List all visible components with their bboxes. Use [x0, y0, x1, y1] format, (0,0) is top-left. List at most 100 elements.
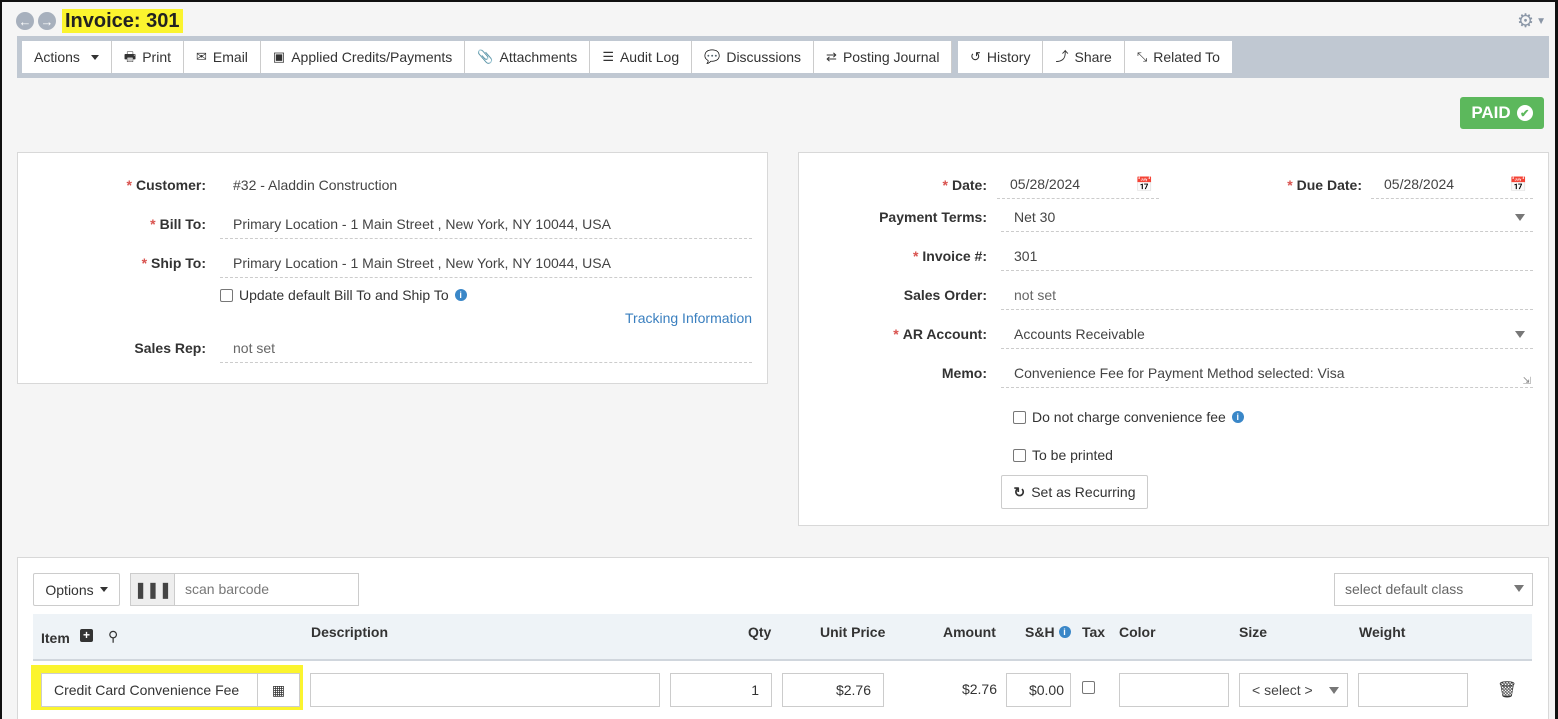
check-circle-icon: ✔ — [1516, 105, 1533, 121]
unit-price-input[interactable]: $2.76 — [782, 673, 884, 707]
set-as-recurring-button[interactable]: ↻ Set as Recurring — [1001, 475, 1148, 509]
default-class-select[interactable]: select default class — [1334, 573, 1533, 606]
item-field[interactable]: Credit Card Convenience Fee — [41, 673, 258, 707]
description-textarea[interactable] — [310, 673, 660, 707]
expand-icon: ⤡ — [1136, 49, 1148, 64]
weight-input[interactable] — [1358, 673, 1468, 707]
checkbox-box[interactable] — [1013, 410, 1026, 424]
trash-icon[interactable]: 🗑 — [1497, 680, 1517, 700]
to-be-printed-label: To be printed — [1032, 447, 1113, 463]
customer-label: * Customer: — [126, 177, 206, 193]
ship-to-label: * Ship To: — [141, 255, 206, 271]
col-amount: Amount — [943, 624, 996, 640]
dropdown-arrow-icon — [1515, 331, 1525, 338]
audit-log-button[interactable]: ☰ Audit Log — [590, 41, 693, 73]
dropdown-arrow-icon — [1329, 687, 1339, 694]
sales-rep-field[interactable]: not set — [220, 333, 752, 363]
attachments-label: Attachments — [499, 49, 578, 65]
discussions-button[interactable]: 💬 Discussions — [692, 41, 815, 73]
chevron-down-icon — [90, 54, 99, 60]
ship-to-field[interactable]: Primary Location - 1 Main Street , New Y… — [220, 248, 752, 278]
payment-terms-value: Net 30 — [1014, 209, 1056, 225]
barcode-icon: ❚❚❚ — [130, 573, 175, 606]
col-item: Item — [41, 630, 70, 646]
dropdown-arrow-icon — [1515, 214, 1525, 221]
col-sh: S&H i — [1025, 624, 1071, 640]
sh-input[interactable]: $0.00 — [1006, 673, 1071, 707]
history-icon: ↺ — [970, 49, 981, 64]
paperclip-icon: 📎 — [477, 49, 494, 64]
calculator-icon[interactable]: ▦ — [257, 673, 300, 707]
due-date-value: 05/28/2024 — [1384, 176, 1455, 192]
invoice-number-field[interactable]: 301 — [1001, 241, 1533, 271]
payment-terms-select[interactable]: Net 30 — [1001, 202, 1533, 232]
add-item-icon[interactable]: + — [80, 629, 93, 642]
sales-order-label: Sales Order: — [903, 287, 987, 303]
amount-value: $2.76 — [961, 681, 997, 697]
forward-arrow-icon[interactable]: → — [38, 12, 56, 30]
info-icon[interactable]: i — [454, 289, 467, 301]
money-icon: ▣ — [272, 49, 286, 64]
email-label: Email — [212, 49, 248, 65]
attachments-button[interactable]: 📎 Attachments — [465, 41, 591, 73]
applied-credits-button[interactable]: ▣ Applied Credits/Payments — [261, 41, 466, 73]
payment-terms-label: Payment Terms: — [879, 209, 987, 225]
toolbar-group-1: Actions 🖶 Print ✉ Email ▣ Applied Credits/P… — [22, 41, 953, 73]
sales-order-field[interactable]: not set — [1001, 280, 1533, 310]
default-class-value: select default class — [1345, 581, 1464, 597]
to-be-printed-checkbox[interactable]: To be printed — [1013, 447, 1113, 463]
calendar-icon[interactable]: 📅 — [1136, 169, 1153, 199]
memo-textarea[interactable]: Convenience Fee for Payment Method selec… — [1001, 358, 1533, 388]
size-select[interactable]: < select > — [1239, 673, 1348, 707]
comments-icon: 💬 — [704, 49, 721, 64]
col-size: Size — [1239, 624, 1268, 640]
history-label: History — [986, 49, 1031, 65]
print-label: Print — [142, 49, 171, 65]
bill-to-field[interactable]: Primary Location - 1 Main Street , New Y… — [220, 209, 752, 239]
col-unit-price: Unit Price — [820, 624, 886, 640]
search-icon[interactable]: ⚲ — [108, 628, 118, 645]
calendar-icon[interactable]: 📅 — [1510, 169, 1527, 199]
title-bar: ← → Invoice: 301 — [16, 8, 183, 34]
options-button[interactable]: Options — [33, 573, 120, 606]
share-button[interactable]: ⤴ Share — [1043, 41, 1125, 73]
date-value: 05/28/2024 — [1010, 176, 1081, 192]
date-field[interactable]: 05/28/2024 📅 — [997, 169, 1159, 199]
back-arrow-icon[interactable]: ← — [16, 12, 34, 30]
color-input[interactable] — [1119, 673, 1229, 707]
audit-label: Audit Log — [619, 49, 680, 65]
no-convenience-fee-checkbox[interactable]: Do not charge convenience fee i — [1013, 409, 1244, 425]
col-tax: Tax — [1082, 624, 1106, 640]
tracking-information-link[interactable]: Tracking Information — [625, 310, 752, 326]
barcode-input[interactable]: scan barcode — [174, 573, 359, 606]
posting-journal-button[interactable]: ⇄ Posting Journal — [814, 41, 953, 73]
resize-handle-icon[interactable]: ⇲ — [1523, 377, 1531, 387]
customer-field[interactable]: #32 - Aladdin Construction — [220, 170, 752, 200]
col-weight: Weight — [1359, 624, 1406, 640]
recurring-label: Set as Recurring — [1031, 484, 1136, 500]
due-date-field[interactable]: 05/28/2024 📅 — [1371, 169, 1533, 199]
exchange-icon: ⇄ — [826, 49, 837, 64]
related-to-button[interactable]: ⤡ Related To — [1125, 41, 1232, 73]
memo-label: Memo: — [941, 365, 987, 381]
print-button[interactable]: 🖶 Print — [112, 41, 184, 73]
qty-input[interactable]: 1 — [670, 673, 772, 707]
actions-menu-button[interactable]: Actions — [22, 41, 112, 73]
settings-gear-icon[interactable]: ⚙ ▼ — [1517, 10, 1546, 33]
update-default-checkbox[interactable]: Update default Bill To and Ship To i — [220, 287, 467, 303]
table-header — [33, 614, 1532, 661]
posting-label: Posting Journal — [842, 49, 940, 65]
info-icon[interactable]: i — [1231, 411, 1244, 423]
printer-icon: 🖶 — [123, 49, 137, 64]
due-date-label: * Due Date: — [1287, 177, 1362, 193]
email-button[interactable]: ✉ Email — [184, 41, 261, 73]
toolbar: Actions 🖶 Print ✉ Email ▣ Applied Credits/P… — [17, 36, 1549, 78]
checkbox-box[interactable] — [1013, 448, 1026, 462]
history-button[interactable]: ↺ History — [958, 41, 1044, 73]
info-icon[interactable]: i — [1058, 626, 1071, 638]
tax-checkbox[interactable] — [1082, 681, 1095, 694]
ar-account-select[interactable]: Accounts Receivable — [1001, 319, 1533, 349]
page-title: Invoice: 301 — [62, 9, 183, 33]
checkbox-box[interactable] — [220, 288, 233, 302]
sales-rep-label: Sales Rep: — [134, 340, 206, 356]
